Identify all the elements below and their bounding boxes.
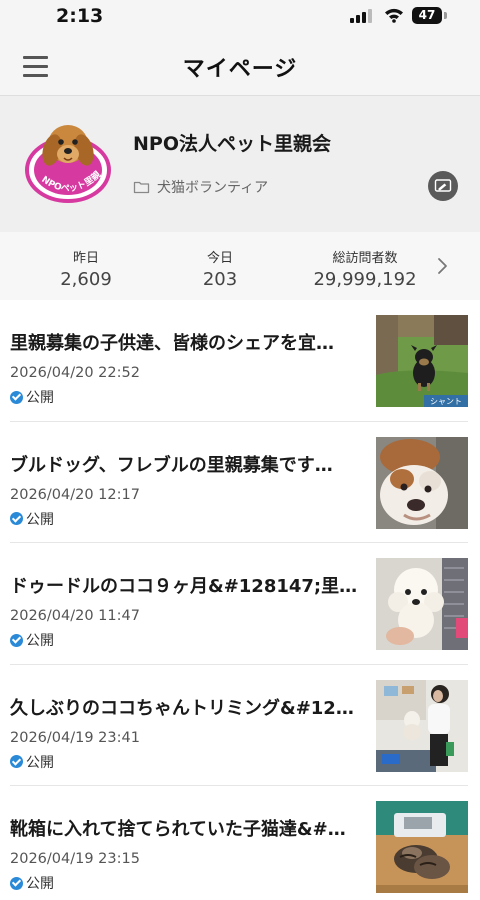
post-status: 公開 bbox=[10, 510, 54, 528]
published-check-icon bbox=[10, 390, 23, 404]
published-check-icon bbox=[10, 755, 23, 768]
post-item[interactable]: 久しぶりのココちゃんトリミング&#12… 2026/04/19 23:41 公開 bbox=[10, 665, 468, 786]
stat-today: 今日 203 bbox=[178, 247, 262, 290]
puppy-on-grass-photo: シャント bbox=[376, 315, 468, 407]
post-status: 公開 bbox=[10, 631, 54, 649]
post-item[interactable]: ドゥードルのココ９ヶ月&#128147;里… 2026/04/20 11:47 … bbox=[10, 543, 468, 665]
blog-category-label: 犬猫ボランティア bbox=[157, 180, 269, 196]
post-thumbnail[interactable] bbox=[376, 436, 468, 529]
stat-yesterday-value: 2,609 bbox=[60, 269, 112, 290]
post-date: 2026/04/19 23:15 bbox=[10, 851, 140, 867]
post-status-label: 公開 bbox=[26, 511, 54, 528]
post-status: 公開 bbox=[10, 388, 54, 406]
stat-total-value: 29,999,192 bbox=[313, 269, 417, 290]
post-item[interactable]: 靴箱に入れて捨てられていた子猫達&#… 2026/04/19 23:15 公開 bbox=[10, 786, 468, 900]
visitor-stats[interactable]: 昨日 2,609 今日 203 総訪問者数 29,999,192 bbox=[0, 232, 480, 300]
post-title: 久しぶりのココちゃんトリミング&#12… bbox=[10, 697, 354, 719]
battery-level: 47 bbox=[418, 8, 436, 22]
post-date: 2026/04/20 22:52 bbox=[10, 365, 140, 381]
post-title: 里親募集の子供達、皆様のシェアを宜… bbox=[10, 333, 334, 354]
battery-icon: 47 bbox=[412, 7, 442, 24]
stat-total-label: 総訪問者数 bbox=[332, 251, 398, 266]
white-doodle-photo bbox=[376, 558, 468, 650]
stat-yesterday: 昨日 2,609 bbox=[44, 247, 128, 290]
edit-icon bbox=[434, 179, 452, 192]
blog-logo-avatar[interactable]: NPOペット里親会 bbox=[22, 118, 114, 208]
grooming-photo bbox=[376, 679, 468, 772]
blog-profile: NPOペット里親会 NPO法人ペット里親会 犬猫ボランティア bbox=[0, 96, 480, 232]
post-thumbnail[interactable] bbox=[376, 801, 468, 893]
post-thumbnail[interactable]: シャント bbox=[376, 315, 468, 407]
bulldog-photo bbox=[376, 436, 468, 529]
post-status-label: 公開 bbox=[26, 876, 54, 892]
svg-text:シャント: シャント bbox=[430, 397, 462, 406]
stat-total: 総訪問者数 29,999,192 bbox=[290, 247, 440, 290]
post-status-label: 公開 bbox=[26, 633, 54, 649]
post-date: 2026/04/19 23:41 bbox=[10, 729, 140, 746]
post-thumbnail[interactable] bbox=[376, 558, 468, 650]
post-title: ドゥードルのココ９ヶ月&#128147;里… bbox=[10, 576, 356, 597]
stat-yesterday-label: 昨日 bbox=[72, 251, 99, 266]
post-status-label: 公開 bbox=[26, 754, 54, 771]
chevron-right-icon[interactable] bbox=[432, 255, 452, 277]
wifi-icon bbox=[385, 8, 403, 23]
cellular-signal-icon bbox=[350, 9, 374, 23]
blog-name: NPO法人ペット里親会 bbox=[133, 133, 331, 155]
post-item[interactable]: ブルドッグ、フレブルの里親募集です… 2026/04/20 12:17 公開 bbox=[10, 422, 468, 543]
post-status: 公開 bbox=[10, 753, 54, 771]
edit-profile-button[interactable] bbox=[428, 171, 458, 201]
post-list: 里親募集の子供達、皆様のシェアを宜… 2026/04/20 22:52 公開 シ… bbox=[0, 300, 480, 900]
post-status-label: 公開 bbox=[26, 390, 54, 406]
blog-category[interactable]: 犬猫ボランティア bbox=[133, 177, 268, 197]
published-check-icon bbox=[10, 876, 23, 890]
post-item[interactable]: 里親募集の子供達、皆様のシェアを宜… 2026/04/20 22:52 公開 シ… bbox=[10, 300, 468, 422]
status-bar: 2:13 47 bbox=[0, 0, 480, 34]
published-check-icon bbox=[10, 512, 23, 525]
post-title: ブルドッグ、フレブルの里親募集です… bbox=[10, 454, 333, 476]
post-title: 靴箱に入れて捨てられていた子猫達&#… bbox=[10, 819, 346, 840]
published-check-icon bbox=[10, 633, 23, 647]
page-title: マイページ bbox=[182, 57, 298, 82]
post-thumbnail[interactable] bbox=[376, 679, 468, 772]
post-date: 2026/04/20 11:47 bbox=[10, 608, 140, 624]
stat-today-label: 今日 bbox=[206, 251, 233, 266]
status-time: 2:13 bbox=[56, 5, 104, 27]
post-status: 公開 bbox=[10, 874, 54, 892]
app-header: マイページ bbox=[0, 34, 480, 96]
post-date: 2026/04/20 12:17 bbox=[10, 486, 140, 503]
kittens-on-scale-photo bbox=[376, 801, 468, 893]
folder-icon bbox=[133, 181, 150, 194]
stat-today-value: 203 bbox=[202, 269, 238, 290]
